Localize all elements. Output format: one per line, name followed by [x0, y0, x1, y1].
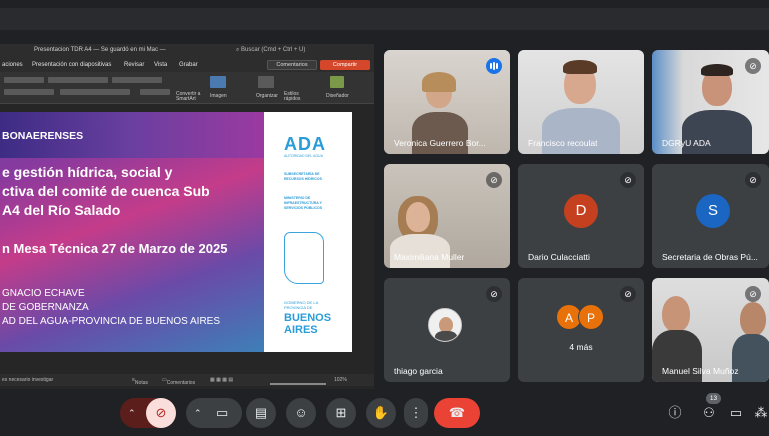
- hang-up-icon: ☎: [448, 405, 466, 420]
- present-icon: ⊞: [335, 405, 347, 420]
- ribbon-label[interactable]: Estilos rápidos: [284, 92, 306, 102]
- more-options-button[interactable]: ⋮: [404, 398, 428, 428]
- subsecretaria-text: SUBSECRETARÍA DE RECURSOS HÍDRICOS: [284, 172, 322, 181]
- more-participants-label: 4 más: [569, 342, 593, 352]
- participant-name: Veronica Guerrero Bor...: [394, 138, 486, 148]
- avatar: P: [578, 304, 604, 330]
- notes-button[interactable]: ≡ Notas: [132, 377, 148, 386]
- participant-tile[interactable]: D ⊘ Dario Culacciatti: [518, 164, 644, 268]
- chevron-up-icon[interactable]: ⌃: [128, 398, 136, 428]
- participant-tile[interactable]: ⊘ Maximiliana Muller: [384, 164, 510, 268]
- mic-off-icon: ⊘: [486, 286, 502, 302]
- participant-name: Maximiliana Muller: [394, 252, 465, 262]
- participant-name: thiago garcia: [394, 366, 443, 376]
- presenter-org: AD DEL AGUA-PROVINCIA DE BUENOS AIRES: [2, 316, 221, 327]
- aires-text: AIRES: [284, 324, 318, 336]
- chat-icon[interactable]: ▭: [727, 404, 745, 422]
- participant-name: DGRyU ADA: [662, 138, 711, 148]
- slide-logo-panel: ADA AUTORIDAD DEL AGUA SUBSECRETARÍA DE …: [264, 112, 352, 352]
- status-comments-button[interactable]: ▭ Comentarios: [162, 377, 195, 386]
- captions-icon: ▤: [254, 405, 268, 420]
- ribbon-label[interactable]: Imagen: [210, 93, 227, 99]
- participant-tile[interactable]: Francisco recoulat: [518, 50, 644, 154]
- menu-item[interactable]: aciones: [2, 62, 23, 68]
- participant-count-badge: 13: [706, 393, 721, 404]
- status-text: es necesario investigar: [2, 377, 54, 383]
- reactions-button[interactable]: ☺: [286, 398, 316, 428]
- mic-off-button[interactable]: ⊘: [146, 398, 176, 428]
- info-icon[interactable]: ⓘ: [666, 404, 684, 422]
- slide-header: BONAERENSES: [2, 130, 84, 142]
- ppt-menu-bar: aciones Presentación con diapositivas Re…: [0, 58, 374, 72]
- zoom-level: 102%: [334, 377, 347, 383]
- ministerio-text: MINISTERIO DE INFRAESTRUCTURA Y SERVICIO…: [284, 196, 323, 210]
- camera-icon[interactable]: ▭: [216, 398, 228, 428]
- province-map-icon: [284, 232, 324, 284]
- participant-tile[interactable]: ⊘ thiago garcia: [384, 278, 510, 382]
- gobierno-text: GOBIERNO DE LA PROVINCIA DE: [284, 300, 319, 310]
- speaking-indicator-icon: [486, 58, 502, 74]
- mic-off-icon: ⊘: [486, 172, 502, 188]
- browser-top-bar: [0, 0, 769, 36]
- ppt-title-bar: Presentacion TDR A4 — Se guardó en mi Ma…: [0, 44, 374, 58]
- participant-tile[interactable]: ⊘ Manuel Silva Muñoz: [652, 278, 769, 382]
- slide-title-3: A4 del Río Salado: [2, 202, 121, 218]
- slide-title-1: e gestión hídrica, social y: [2, 164, 173, 180]
- slide: BONAERENSES e gestión hídrica, social y …: [0, 112, 352, 352]
- zoom-slider[interactable]: [270, 383, 326, 385]
- mic-off-icon: ⊘: [745, 286, 761, 302]
- ppt-ribbon: Convertir a SmartArt Imagen Organizar Es…: [0, 72, 374, 104]
- participant-name: Francisco recoulat: [528, 138, 598, 148]
- participant-name: Manuel Silva Muñoz: [662, 366, 739, 376]
- mic-control[interactable]: ⊘ ⌃: [120, 398, 176, 428]
- camera-control[interactable]: ⌃ ▭: [186, 398, 242, 428]
- share-button[interactable]: Compartir: [320, 60, 370, 70]
- more-vert-icon: ⋮: [409, 405, 423, 420]
- participant-tile[interactable]: S ⊘ Secretaria de Obras Pú...: [652, 164, 769, 268]
- mic-off-icon: ⊘: [620, 172, 636, 188]
- chevron-up-icon[interactable]: ⌃: [194, 398, 202, 428]
- shared-screen: Presentacion TDR A4 — Se guardó en mi Ma…: [0, 44, 374, 389]
- menu-item[interactable]: Vista: [154, 62, 167, 68]
- ada-logo: ADA: [284, 134, 326, 154]
- participant-name: Secretaria de Obras Pú...: [662, 252, 758, 262]
- present-button[interactable]: ⊞: [326, 398, 356, 428]
- ada-logo-sub: AUTORIDAD DEL AGUA: [284, 154, 323, 158]
- comments-button[interactable]: Comentarios: [267, 60, 317, 70]
- participant-name: Dario Culacciatti: [528, 252, 590, 262]
- menu-item[interactable]: Grabar: [179, 62, 198, 68]
- leave-call-button[interactable]: ☎: [434, 398, 480, 428]
- ribbon-label[interactable]: Organizar: [256, 93, 278, 99]
- ribbon-label[interactable]: Diseñador: [326, 93, 349, 99]
- search-box[interactable]: ⌕ Buscar (Cmd + Ctrl + U): [236, 47, 305, 54]
- meeting-line: n Mesa Técnica 27 de Marzo de 2025: [2, 241, 228, 256]
- ribbon-label[interactable]: Convertir a SmartArt: [176, 92, 202, 102]
- mic-off-icon: ⊘: [745, 58, 761, 74]
- emoji-icon: ☺: [294, 405, 308, 420]
- avatar: [428, 308, 462, 342]
- avatar: D: [564, 194, 598, 228]
- captions-button[interactable]: ▤: [246, 398, 276, 428]
- menu-item[interactable]: Revisar: [124, 62, 144, 68]
- slide-title-2: ctiva del comité de cuenca Sub: [2, 183, 210, 199]
- menu-item[interactable]: Presentación con diapositivas: [32, 62, 111, 68]
- presenter-name: GNACIO ECHAVE: [2, 288, 85, 299]
- mic-off-icon: ⊘: [620, 286, 636, 302]
- presenter-role: DE GOBERNANZA: [2, 302, 89, 313]
- participant-tile[interactable]: Veronica Guerrero Bor...: [384, 50, 510, 154]
- hand-icon: ✋: [372, 405, 390, 420]
- activities-icon[interactable]: ⁂: [752, 404, 769, 422]
- buenos-text: BUENOS: [284, 312, 332, 324]
- participant-tile[interactable]: ⊘ DGRyU ADA: [652, 50, 769, 154]
- view-icons[interactable]: ▦ ▦ ▦ ▤: [210, 377, 233, 383]
- mic-off-icon: ⊘: [745, 172, 761, 188]
- people-icon[interactable]: ⚇: [700, 404, 718, 422]
- avatar: S: [696, 194, 730, 228]
- participant-tile-overflow[interactable]: A P ⊘ 4 más: [518, 278, 644, 382]
- raise-hand-button[interactable]: ✋: [366, 398, 396, 428]
- window-title: Presentacion TDR A4 — Se guardó en mi Ma…: [34, 47, 166, 53]
